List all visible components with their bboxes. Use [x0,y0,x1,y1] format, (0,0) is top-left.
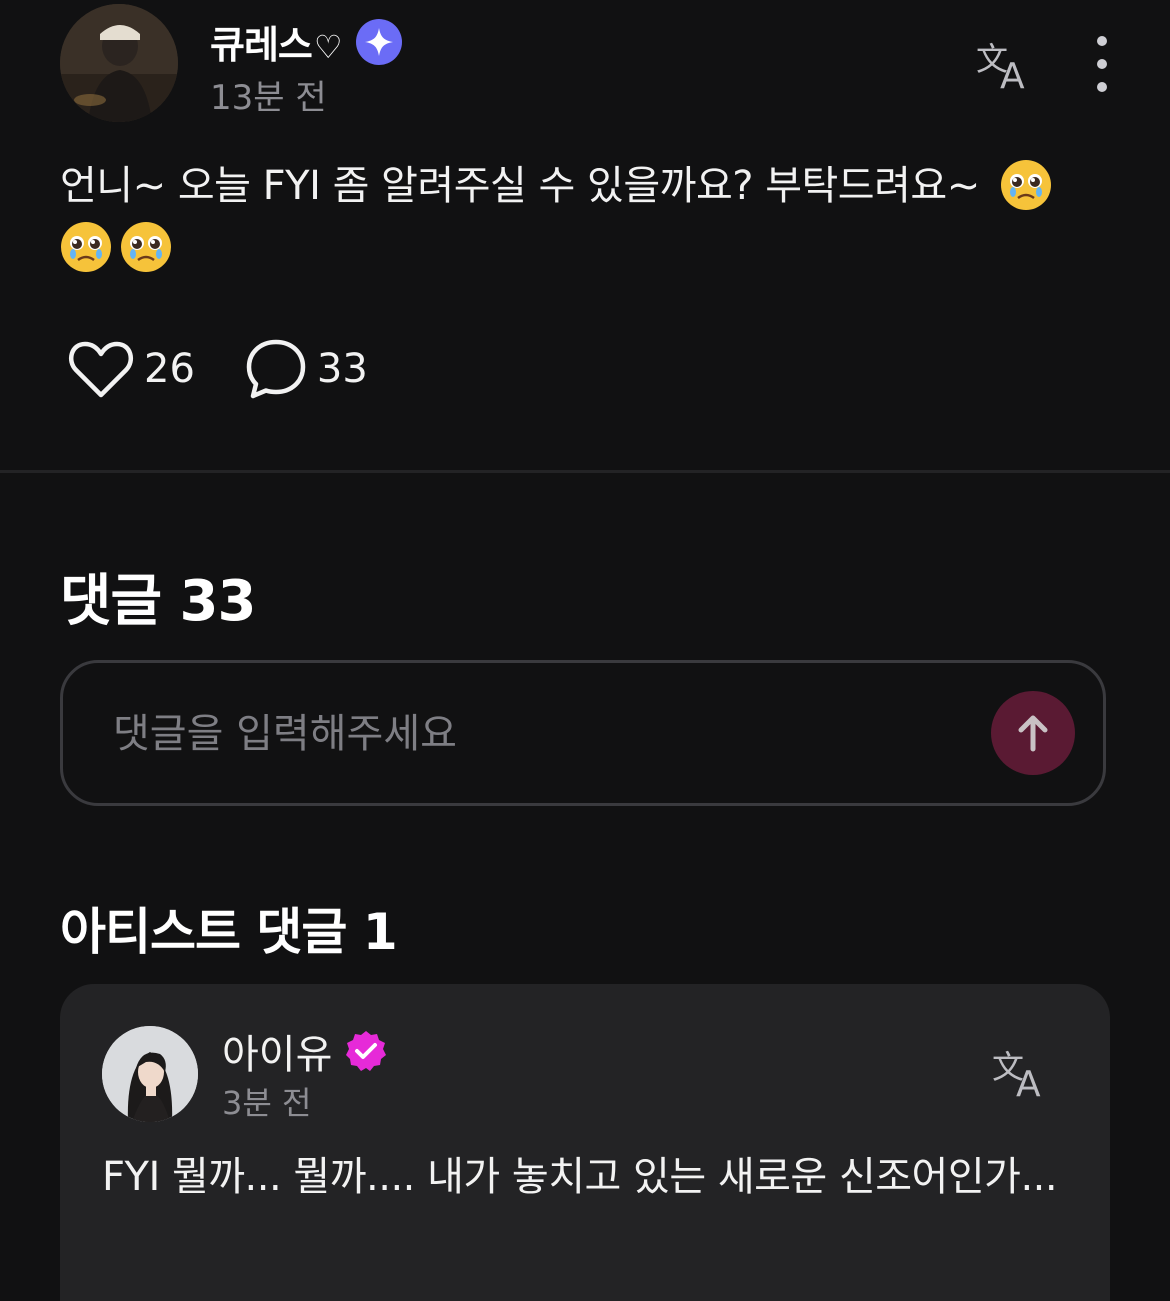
more-dot [1097,36,1107,46]
artist-comment-card[interactable]: 아이유 3분 전 文 A FYI 뭘까... 뭘까.... 내가 놓치고 있는 … [60,984,1110,1301]
pleading-face-emoji [61,222,111,272]
translate-icon[interactable]: 文 A [976,36,1038,97]
send-button[interactable] [991,691,1075,775]
author-name[interactable]: 큐레스♡ [210,14,343,69]
post-body-text: 언니~ 오늘 FYI 좀 알려주실 수 있을까요? 부탁드려요~ [60,163,980,209]
comment-icon [246,339,306,399]
post-detail-page: 큐레스♡ 13분 전 文 A 언니~ 오늘 FYI 좀 알려주실 수 있을까요?… [0,0,1170,1301]
like-button[interactable]: 26 [68,339,195,399]
author-name-suffix: ♡ [313,28,343,66]
sparkle-icon [355,18,402,65]
post-body: 언니~ 오늘 FYI 좀 알려주실 수 있을까요? 부탁드려요~ [60,155,1110,279]
svg-text:A: A [1016,1064,1041,1100]
more-dot [1097,82,1107,92]
comments-title: 댓글 33 [60,569,256,634]
author-row: 큐레스♡ [210,14,402,69]
author-name-text: 큐레스 [210,23,313,67]
more-vertical-icon[interactable] [1082,36,1122,92]
comment-button[interactable]: 33 [245,338,368,400]
section-divider [0,470,1170,473]
pleading-face-emoji [1000,160,1051,210]
artist-avatar[interactable] [102,1026,198,1122]
author-avatar[interactable] [60,4,178,122]
heart-icon [68,341,134,398]
translate-icon[interactable]: 文 A [992,1044,1054,1105]
svg-text:A: A [1000,56,1025,92]
artist-comment-text: FYI 뭘까... 뭘까.... 내가 놓치고 있는 새로운 신조어인가... [102,1154,1058,1200]
arrow-up-icon [1018,715,1048,752]
artist-comment-time: 3분 전 [222,1084,312,1122]
like-count: 26 [144,346,195,392]
artist-name-row: 아이유 [222,1022,388,1080]
artist-comments-title: 아티스트 댓글 1 [60,903,398,961]
post-time: 13분 전 [210,78,327,118]
comment-input-box [60,660,1106,806]
more-dot [1097,59,1107,69]
post-actions: 26 33 [68,338,368,400]
verified-icon [346,1031,387,1071]
artist-name[interactable]: 아이유 [222,1022,332,1080]
comment-count: 33 [316,346,368,392]
comment-input[interactable] [111,703,955,765]
pleading-face-emoji [121,222,171,272]
